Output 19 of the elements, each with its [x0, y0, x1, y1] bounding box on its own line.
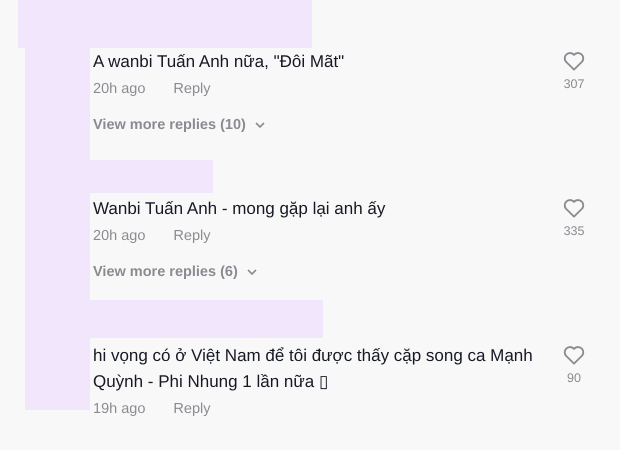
like-count: 307: [564, 77, 584, 91]
comment-text: A wanbi Tuấn Anh nữa, "Đôi Mãt": [93, 51, 346, 73]
heart-icon[interactable]: [563, 51, 585, 71]
reply-link[interactable]: Reply: [173, 81, 210, 97]
chevron-down-icon: [246, 268, 257, 276]
chevron-down-icon: [254, 122, 265, 128]
reply-link[interactable]: Reply: [173, 401, 210, 417]
view-more-replies-button[interactable]: View more replies (6): [93, 264, 257, 280]
comment-time: 20h ago: [93, 228, 146, 244]
comment-time: 19h ago: [93, 401, 146, 417]
reply-link[interactable]: Reply: [173, 228, 210, 244]
comment-text: Wanbi Tuấn Anh - mong gặp lại anh ấy: [93, 198, 386, 220]
view-more-replies-button[interactable]: View more replies (10): [93, 117, 265, 133]
comment-text: hi vọng có ở Việt Nam để tôi được thấy cặp song ca Mạnh Quỳnh - Phi Nhung 1 lần nữa ▯: [93, 345, 534, 393]
heart-icon[interactable]: [563, 345, 585, 365]
comment-time: 20h ago: [93, 81, 146, 97]
like-count: 90: [567, 371, 581, 385]
like-count: 335: [564, 224, 584, 238]
heart-icon[interactable]: [563, 198, 585, 218]
